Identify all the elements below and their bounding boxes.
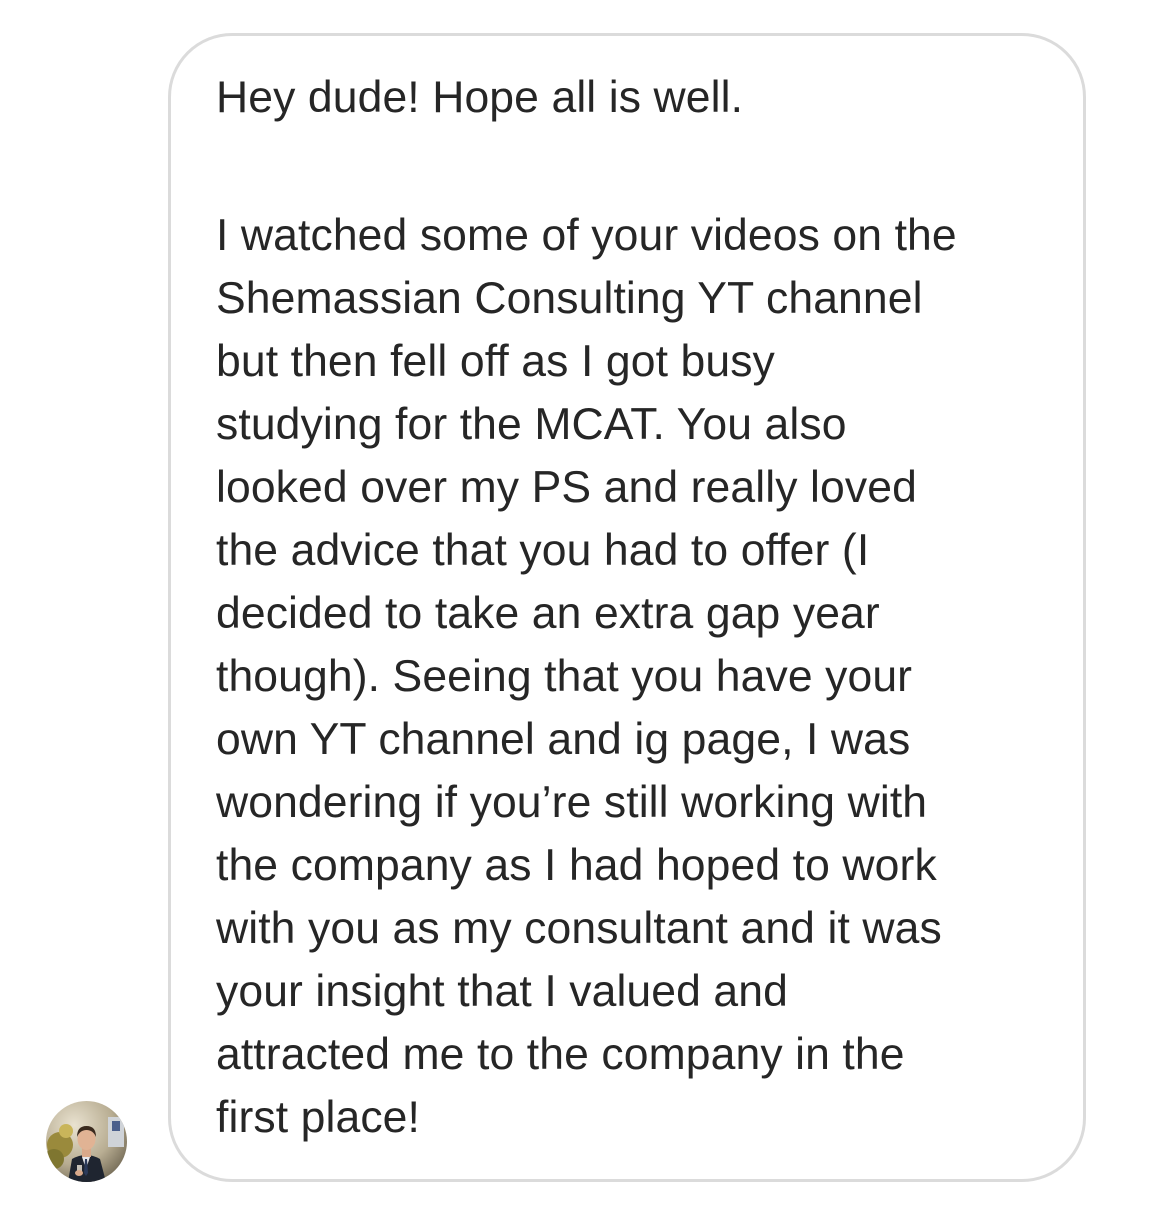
avatar-photo-icon bbox=[46, 1101, 127, 1182]
message-thread: Hey dude! Hope all is well. I watched so… bbox=[0, 0, 1157, 1220]
message-line: decided to take an extra gap year bbox=[216, 589, 880, 638]
message-line: with you as my consultant and it was bbox=[216, 904, 942, 953]
message-line: but then fell off as I got busy bbox=[216, 337, 775, 386]
sender-avatar[interactable] bbox=[46, 1101, 127, 1182]
message-line: I watched some of your videos on the bbox=[216, 211, 957, 260]
message-line: own YT channel and ig page, I was bbox=[216, 715, 911, 764]
message-line: the company as I had hoped to work bbox=[216, 841, 937, 890]
message-line: though). Seeing that you have your bbox=[216, 652, 913, 701]
message-line: attracted me to the company in the bbox=[216, 1030, 905, 1079]
message-line: wondering if you’re still working with bbox=[216, 778, 928, 827]
message-line: first place! bbox=[216, 1093, 420, 1142]
message-line: studying for the MCAT. You also bbox=[216, 400, 847, 449]
message-line: Shemassian Consulting YT channel bbox=[216, 274, 923, 323]
message-line: your insight that I valued and bbox=[216, 967, 788, 1016]
message-line: Hey dude! Hope all is well. bbox=[216, 73, 744, 122]
message-line: the advice that you had to offer (I bbox=[216, 526, 870, 575]
message-line: looked over my PS and really loved bbox=[216, 463, 917, 512]
